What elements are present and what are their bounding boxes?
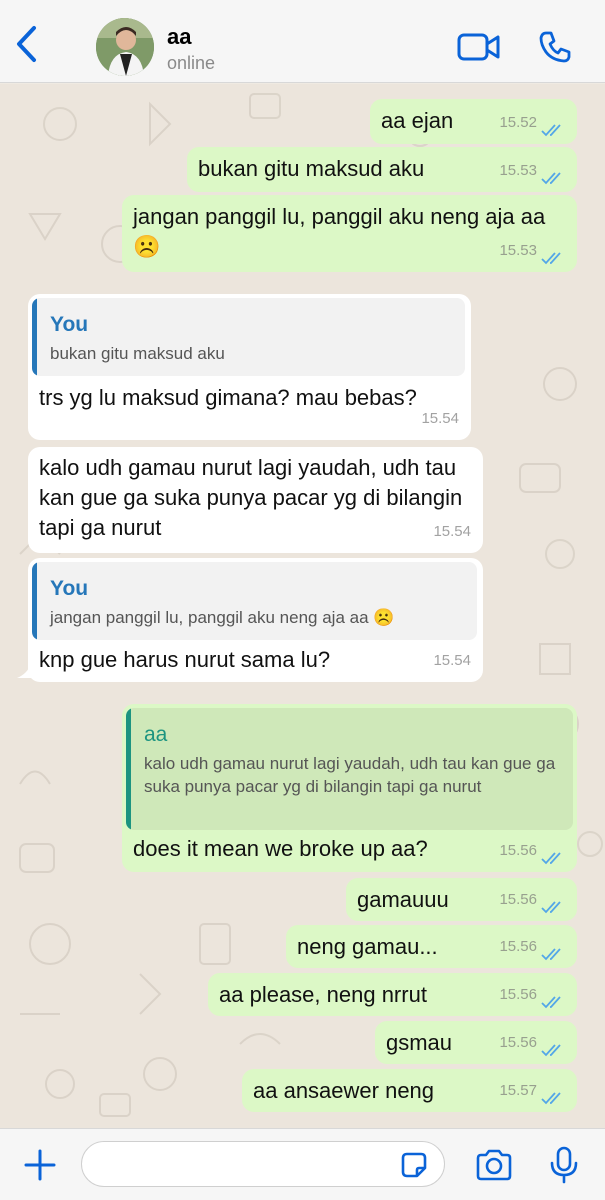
message-text: aa ansaewer neng <box>253 1078 435 1103</box>
double-check-icon <box>541 948 561 961</box>
message-text: neng gamau... <box>297 934 438 959</box>
chat-area[interactable]: aa ejan 15.52 bukan gitu maksud aku 15.5… <box>0 84 605 1128</box>
sticker-icon <box>401 1152 427 1178</box>
message-outgoing[interactable]: neng gamau... 15.56 <box>286 925 577 968</box>
double-check-icon <box>541 996 561 1009</box>
quoted-message[interactable]: aa kalo udh gamau nurut lagi yaudah, udh… <box>126 708 573 830</box>
compose-bar <box>0 1128 605 1200</box>
message-time: 15.52 <box>499 114 537 131</box>
video-camera-icon <box>457 33 500 61</box>
double-check-icon <box>541 1092 561 1105</box>
sticker-button[interactable] <box>396 1147 432 1183</box>
message-time: 15.56 <box>499 891 537 908</box>
message-outgoing[interactable]: gamauuu 15.56 <box>346 878 577 921</box>
double-check-icon <box>541 852 561 865</box>
message-time: 15.54 <box>433 652 471 669</box>
avatar-image <box>96 18 154 76</box>
message-text: aa ejan <box>381 108 454 133</box>
quoted-message[interactable]: You bukan gitu maksud aku <box>32 298 465 376</box>
message-outgoing[interactable]: aa ejan 15.52 <box>370 99 577 144</box>
message-input[interactable] <box>81 1141 445 1187</box>
message-incoming[interactable]: kalo udh gamau nurut lagi yaudah, udh ta… <box>28 447 483 553</box>
camera-button[interactable] <box>470 1141 518 1189</box>
message-incoming[interactable]: You jangan panggil lu, panggil aku neng … <box>28 558 483 682</box>
message-time: 15.54 <box>433 523 471 540</box>
quote-text: kalo udh gamau nurut lagi yaudah, udh ta… <box>144 754 556 796</box>
quote-author: You <box>50 577 89 600</box>
quote-bar <box>126 708 131 830</box>
message-time: 15.53 <box>499 242 537 259</box>
message-text: gamauuu <box>357 887 449 912</box>
message-text: trs yg lu maksud gimana? mau bebas? <box>39 385 417 410</box>
microphone-icon <box>550 1146 578 1184</box>
double-check-icon <box>541 901 561 914</box>
quote-bar <box>32 298 37 376</box>
quote-text: jangan panggil lu, panggil aku neng aja … <box>50 608 395 627</box>
plus-icon <box>24 1149 56 1181</box>
avatar[interactable] <box>96 18 154 76</box>
quote-author: aa <box>144 723 168 746</box>
double-check-icon <box>541 172 561 185</box>
message-text: does it mean we broke up aa? <box>133 836 428 861</box>
double-check-icon <box>541 124 561 137</box>
message-time: 15.57 <box>499 1082 537 1099</box>
message-text: kalo udh gamau nurut lagi yaudah, udh ta… <box>39 455 463 540</box>
phone-icon <box>539 31 571 63</box>
camera-icon <box>476 1149 512 1181</box>
contact-name[interactable]: aa <box>167 24 191 50</box>
message-text: aa please, neng nrrut <box>219 982 427 1007</box>
double-check-icon <box>541 252 561 265</box>
message-outgoing[interactable]: bukan gitu maksud aku 15.53 <box>187 147 577 192</box>
message-text: bukan gitu maksud aku <box>198 156 425 181</box>
chat-header: aa online <box>0 0 605 83</box>
double-check-icon <box>541 1044 561 1057</box>
message-outgoing[interactable]: aa ansaewer neng 15.57 <box>242 1069 577 1112</box>
message-text: gsmau <box>386 1030 453 1055</box>
message-text: knp gue harus nurut sama lu? <box>39 647 331 672</box>
microphone-button[interactable] <box>540 1141 588 1189</box>
message-time: 15.53 <box>499 162 537 179</box>
message-outgoing[interactable]: aa please, neng nrrut 15.56 <box>208 973 577 1016</box>
message-outgoing[interactable]: aa kalo udh gamau nurut lagi yaudah, udh… <box>122 704 577 872</box>
quote-bar <box>32 562 37 640</box>
voice-call-button[interactable] <box>532 24 578 70</box>
message-time: 15.56 <box>499 1034 537 1051</box>
message-outgoing[interactable]: gsmau 15.56 <box>375 1021 577 1064</box>
message-incoming[interactable]: You bukan gitu maksud aku trs yg lu maks… <box>28 294 471 440</box>
chevron-left-icon <box>17 26 36 62</box>
quote-author: You <box>50 313 89 336</box>
message-outgoing[interactable]: jangan panggil lu, panggil aku neng aja … <box>122 195 577 272</box>
quoted-message[interactable]: You jangan panggil lu, panggil aku neng … <box>32 562 477 640</box>
message-time: 15.56 <box>499 938 537 955</box>
back-button[interactable] <box>8 22 44 66</box>
quote-text: bukan gitu maksud aku <box>50 344 225 363</box>
message-time: 15.56 <box>499 986 537 1003</box>
attach-button[interactable] <box>16 1141 64 1189</box>
message-time: 15.54 <box>421 410 459 427</box>
contact-status: online <box>167 53 216 73</box>
bubble-tail <box>17 664 31 678</box>
video-call-button[interactable] <box>456 24 502 70</box>
message-time: 15.56 <box>499 842 537 859</box>
